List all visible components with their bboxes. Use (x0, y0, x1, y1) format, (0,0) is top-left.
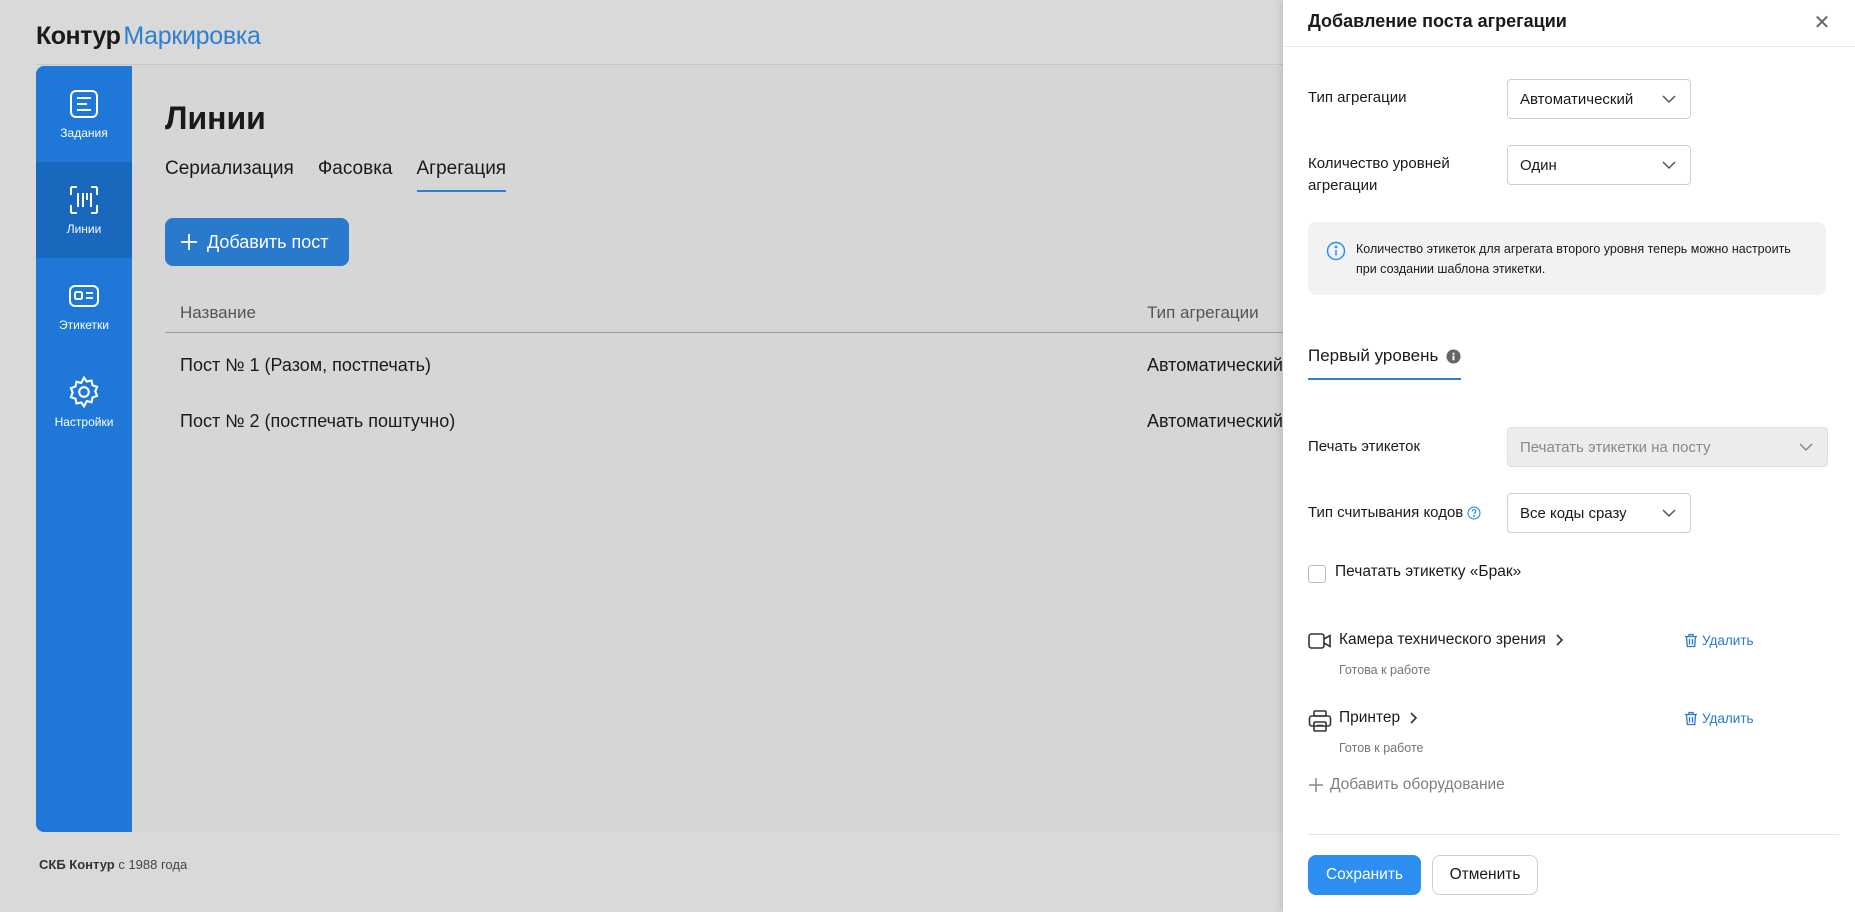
footer-divider (1308, 834, 1839, 835)
sidebar-item-tasks[interactable]: Задания (36, 66, 132, 162)
chevron-down-icon (1662, 161, 1676, 170)
read-type-select[interactable]: Все коды сразу (1507, 493, 1691, 533)
equipment-status: Готова к работе (1339, 663, 1431, 677)
column-name[interactable]: Название (180, 303, 256, 323)
tab-serialization[interactable]: Сериализация (165, 158, 294, 192)
column-type[interactable]: Тип агрегации (1147, 303, 1259, 323)
cancel-button[interactable]: Отменить (1432, 855, 1538, 895)
sidebar-item-lines[interactable]: Линии (36, 162, 132, 258)
read-type-label: Тип считывания кодов (1308, 504, 1464, 521)
defect-checkbox-label[interactable]: Печатать этикетку «Брак» (1335, 563, 1521, 581)
brand-second: Маркировка (123, 21, 261, 50)
delete-label: Удалить (1702, 633, 1754, 648)
page-title: Линии (165, 100, 266, 136)
sidebar-item-label: Задания (60, 126, 108, 140)
panel-divider (1283, 46, 1855, 47)
table-row[interactable]: Пост № 1 (Разом, постпечать) Автоматичес… (165, 337, 1385, 393)
main-content: Линии Сериализация Фасовка Агрегация Доб… (132, 66, 1385, 832)
equipment-status: Готов к работе (1339, 741, 1424, 755)
label-print-label: Печать этикеток (1308, 438, 1421, 455)
row-type: Автоматический (1147, 355, 1283, 375)
equipment-name-link[interactable]: Принтер (1339, 709, 1418, 727)
delete-camera-button[interactable]: Удалить (1684, 633, 1754, 648)
chevron-down-icon (1662, 509, 1676, 518)
equipment-camera: Камера технического зрения Готова к рабо… (1308, 628, 1828, 688)
aggregation-type-value: Автоматический (1520, 90, 1634, 108)
close-icon[interactable]: ✕ (1813, 13, 1831, 33)
row-name: Пост № 2 (постпечать поштучно) (180, 411, 456, 431)
footer-company: СКБ Контур (39, 857, 115, 872)
info-icon (1326, 241, 1346, 261)
labels-icon (69, 285, 99, 307)
add-post-panel: Добавление поста агрегации ✕ Тип агрегац… (1283, 0, 1855, 912)
plus-icon (1309, 778, 1323, 792)
equipment-name: Принтер (1339, 709, 1401, 726)
delete-printer-button[interactable]: Удалить (1684, 711, 1754, 726)
equipment-name-link[interactable]: Камера технического зрения (1339, 631, 1564, 649)
table-header: Название Тип агрегации (165, 294, 1385, 333)
settings-icon (69, 375, 99, 409)
tasks-icon (70, 90, 98, 118)
sidebar: Задания Линии Этикетки Настройки (36, 66, 132, 832)
printer-icon (1308, 710, 1332, 732)
sidebar-item-label: Линии (66, 222, 102, 236)
footer-since: с 1988 года (118, 857, 188, 872)
sidebar-item-label: Настройки (54, 415, 114, 429)
levels-count-label: Количество уровней агрегации (1308, 155, 1450, 194)
add-post-label: Добавить пост (207, 231, 329, 252)
chevron-down-icon (1662, 95, 1676, 104)
read-type-value: Все коды сразу (1520, 504, 1627, 522)
tab-packing[interactable]: Фасовка (318, 158, 393, 192)
panel-title: Добавление поста агрегации (1308, 11, 1567, 31)
camera-icon (1308, 633, 1331, 649)
trash-icon (1685, 633, 1697, 648)
info-filled-icon (1446, 348, 1461, 364)
add-post-button[interactable]: Добавить пост (165, 218, 349, 266)
equipment-printer: Принтер Готов к работе Удалить (1308, 706, 1828, 766)
sidebar-item-label: Этикетки (59, 318, 109, 332)
info-text: Количество этикеток для агрегата второго… (1356, 242, 1791, 276)
trash-icon (1685, 711, 1697, 726)
defect-checkbox[interactable] (1308, 565, 1326, 583)
levels-count-value: Один (1520, 156, 1557, 174)
add-equipment-button[interactable]: Добавить оборудование (1308, 776, 1505, 794)
tab-first-level[interactable]: Первый уровень (1308, 346, 1462, 380)
tabs: Сериализация Фасовка Агрегация (165, 158, 507, 192)
help-icon[interactable] (1467, 506, 1481, 520)
info-box: Количество этикеток для агрегата второго… (1308, 222, 1826, 295)
plus-icon (181, 234, 197, 250)
row-name: Пост № 1 (Разом, постпечать) (180, 355, 431, 375)
chevron-right-icon (1556, 634, 1564, 646)
row-type: Автоматический (1147, 411, 1283, 431)
brand-logo[interactable]: Контур Маркировка (36, 16, 261, 56)
levels-count-select[interactable]: Один (1507, 145, 1691, 185)
sidebar-item-settings[interactable]: Настройки (36, 354, 132, 450)
first-level-label: Первый уровень (1308, 346, 1439, 365)
brand-first: Контур (36, 21, 121, 50)
aggregation-type-label: Тип агрегации (1308, 89, 1407, 106)
label-print-value: Печатать этикетки на посту (1520, 438, 1711, 456)
footer: СКБ Контур с 1988 года (39, 857, 187, 872)
equipment-name: Камера технического зрения (1339, 631, 1546, 648)
aggregation-type-select[interactable]: Автоматический (1507, 79, 1691, 119)
chevron-right-icon (1410, 712, 1418, 724)
sidebar-item-labels[interactable]: Этикетки (36, 258, 132, 354)
chevron-down-icon (1799, 443, 1813, 452)
add-equipment-label: Добавить оборудование (1330, 776, 1505, 793)
read-type-label-row: Тип считывания кодов (1308, 502, 1481, 524)
tab-aggregation[interactable]: Агрегация (416, 158, 507, 192)
table-row[interactable]: Пост № 2 (постпечать поштучно) Автоматич… (165, 393, 1385, 449)
label-print-select[interactable]: Печатать этикетки на посту (1507, 427, 1828, 467)
delete-label: Удалить (1702, 711, 1754, 726)
save-button[interactable]: Сохранить (1308, 855, 1421, 895)
lines-icon (70, 186, 98, 214)
